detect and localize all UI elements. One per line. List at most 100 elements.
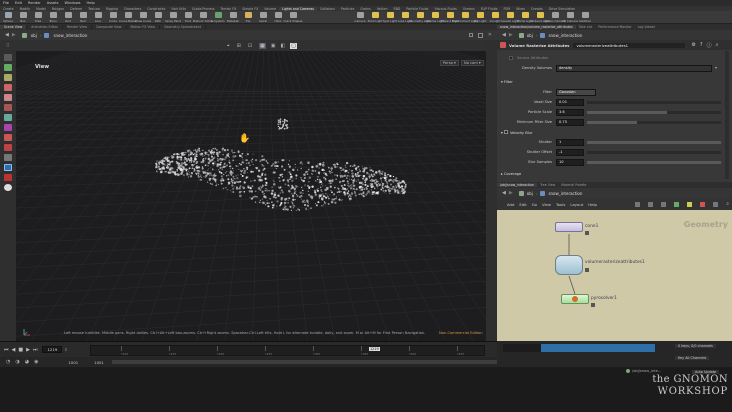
- velocity-checkbox-icon[interactable]: [503, 130, 508, 134]
- range-tool-3-icon[interactable]: ◕: [25, 359, 29, 365]
- density-dropdown-icon[interactable]: ▾: [715, 65, 717, 70]
- particle-scale-field[interactable]: 3.6: [556, 109, 584, 116]
- param-path-node[interactable]: snow_interaction: [548, 33, 582, 38]
- network-editor[interactable]: Geometry cone1 volumerasterizeattributes…: [497, 210, 732, 341]
- step-back-icon[interactable]: ◀: [12, 347, 16, 353]
- search-icon[interactable]: ⌕: [716, 42, 719, 48]
- menu-item-help[interactable]: Help: [87, 1, 95, 5]
- pose-tool-icon[interactable]: [4, 104, 12, 111]
- viewport-tab-1[interactable]: Animation Editor: [27, 25, 63, 29]
- shelf-tool-spiral[interactable]: Spiral: [256, 11, 270, 23]
- shelf-tab-vellum[interactable]: Vellum: [374, 7, 391, 11]
- param-tab-3[interactable]: Log Viewer: [635, 25, 659, 29]
- shelf-tab-create[interactable]: Create: [0, 7, 17, 11]
- shelf-tool-switcher[interactable]: Switcher: [578, 11, 592, 23]
- info-icon[interactable]: ⓘ: [707, 42, 712, 49]
- snap-multi-icon[interactable]: ▦: [259, 42, 266, 49]
- shelf-tab-drive-simulation[interactable]: Drive Simulation: [546, 7, 579, 11]
- shelf-tool-caustic-light[interactable]: Caustic Light: [501, 11, 519, 23]
- shelf-tab-lights-and-cameras[interactable]: Lights and Cameras: [279, 6, 317, 11]
- visibility-icon[interactable]: ◧: [281, 43, 286, 49]
- jump-start-icon[interactable]: ⏮: [4, 347, 9, 353]
- shelf-tool-path[interactable]: Path: [151, 11, 165, 23]
- shelf-tool-sky-light[interactable]: Sky Light: [473, 11, 487, 23]
- node-name-field[interactable]: volumerasterizeattributes1: [573, 42, 686, 48]
- density-field[interactable]: density: [556, 65, 712, 72]
- min-filter-slider[interactable]: [587, 121, 721, 124]
- shelf-tool-torus[interactable]: Torus: [46, 11, 60, 23]
- shelf-tab-guide-process[interactable]: Guide Process: [189, 7, 217, 11]
- shelf-tab-viscous-fluids[interactable]: Viscous Fluids: [431, 7, 459, 11]
- auto-update-toggle[interactable]: Auto Update: [692, 370, 720, 374]
- camera-tool-icon[interactable]: [4, 144, 12, 151]
- net-tool-4-icon[interactable]: [674, 201, 680, 207]
- shelf-tool-quick-shapes[interactable]: Quick Shapes: [284, 11, 303, 23]
- net-menu-edit[interactable]: Edit: [519, 202, 526, 207]
- close-pane-icon[interactable]: ✕: [488, 32, 492, 38]
- shelf-tab-rigging[interactable]: Rigging: [103, 7, 121, 11]
- viewport-tab-2[interactable]: Render View: [63, 25, 92, 29]
- shelf-tool-draw-curve[interactable]: Draw Curve: [135, 11, 151, 23]
- viewport-tab-0[interactable]: Scene View: [0, 25, 28, 29]
- shelf-tool-camera[interactable]: Camera: [353, 11, 367, 23]
- shelf-tool-null[interactable]: Null: [76, 11, 90, 23]
- shelf-tab-deform[interactable]: Deform: [67, 7, 85, 11]
- view-tool-icon[interactable]: [4, 114, 12, 121]
- shelf-tool-sphere[interactable]: Sphere: [1, 11, 15, 23]
- help-icon[interactable]: ?: [700, 42, 703, 48]
- range-tool-icon[interactable]: ◔: [6, 359, 10, 365]
- start-frame-field-2[interactable]: 1001: [94, 360, 104, 365]
- viewport-tab-3[interactable]: Composite View: [92, 25, 127, 29]
- shelf-tool-platonic-solids[interactable]: Platonic Solids: [193, 11, 213, 23]
- shelf-tool-spot-light[interactable]: Spot Light: [383, 11, 397, 23]
- timeline-track[interactable]: 1100 1150 1200 1250 1300 1350 1400 1450 1219: [90, 345, 485, 356]
- voxel-size-slider[interactable]: [587, 101, 721, 104]
- mini-timeline[interactable]: [503, 344, 655, 352]
- handle-tool-icon[interactable]: [4, 94, 12, 101]
- play-icon[interactable]: ▶: [26, 347, 30, 353]
- min-filter-field[interactable]: 0.75: [556, 119, 584, 126]
- range-slider[interactable]: [111, 360, 497, 364]
- shelf-tab-hair-utils[interactable]: Hair Utils: [168, 7, 189, 11]
- range-tool-2-icon[interactable]: ◑: [15, 359, 19, 365]
- layout-icon[interactable]: [477, 32, 483, 38]
- filter-section[interactable]: ▾ Filter: [501, 80, 513, 84]
- shelf-tab-wires[interactable]: Wires: [513, 7, 528, 11]
- velocity-section[interactable]: ▾ Velocity Blur: [501, 130, 532, 135]
- blur-samples-slider[interactable]: [587, 161, 721, 164]
- shelf-tool-grid[interactable]: Grid: [61, 11, 75, 23]
- node-volumerasterizeattributes1[interactable]: volumerasterizeattributes1: [555, 255, 645, 275]
- shelf-tool-volume-light[interactable]: Volume Light: [426, 11, 444, 23]
- shelf-tab-volume[interactable]: Volume: [261, 7, 279, 11]
- net-path-node[interactable]: snow_interaction: [548, 191, 582, 196]
- viewport-canvas[interactable]: [16, 51, 486, 341]
- shelf-tab-terrain-fx[interactable]: Terrain FX: [218, 7, 240, 11]
- menu-item-windows[interactable]: Windows: [64, 1, 80, 5]
- menu-item-edit[interactable]: Edit: [15, 1, 22, 5]
- filter-dropdown[interactable]: Gaussian: [556, 89, 596, 96]
- shelf-tool-metaball[interactable]: Metaball: [226, 11, 240, 23]
- shelf-tool-tube[interactable]: Tube: [31, 11, 45, 23]
- net-path-obj[interactable]: obj: [527, 191, 533, 196]
- particle-scale-slider[interactable]: [587, 111, 721, 114]
- param-tab-0[interactable]: snow_interaction/volume_rasterize_attrib…: [497, 25, 576, 29]
- shelf-tool-vr-camera[interactable]: VR Camera: [562, 11, 578, 23]
- shelf-tab-crowds[interactable]: Crowds: [528, 7, 546, 11]
- scene-viewport[interactable]: View Persp ▾ No cam ▾ ✋ Left mouse tumbl…: [16, 51, 486, 341]
- snap-point-icon[interactable]: ⊡: [248, 43, 252, 49]
- snapshot-icon[interactable]: [4, 184, 12, 191]
- shelf-tab-fem[interactable]: FEM: [501, 7, 514, 11]
- path-node[interactable]: snow_interaction: [53, 33, 87, 38]
- key-all-channels-button[interactable]: Key All Channels: [675, 356, 710, 360]
- net-tool-5-icon[interactable]: [687, 201, 693, 207]
- shelf-tab-model[interactable]: Model: [33, 7, 49, 11]
- shelf-tab-flip-fluids[interactable]: FLIP Fluids: [478, 7, 501, 11]
- shelf-tab-modify[interactable]: Modify: [17, 7, 34, 11]
- shelf-tab-oceans[interactable]: Oceans: [460, 7, 478, 11]
- shelf-tool-gi-light[interactable]: GI Light: [488, 11, 502, 23]
- network-tab-1[interactable]: Tree View: [537, 183, 558, 187]
- shelf-tab-rbd[interactable]: RBD: [391, 7, 404, 11]
- net-search-icon[interactable]: ⌕: [726, 201, 729, 207]
- net-menu-layout[interactable]: Layout: [570, 202, 583, 207]
- param-forward-icon[interactable]: ▶: [509, 32, 513, 38]
